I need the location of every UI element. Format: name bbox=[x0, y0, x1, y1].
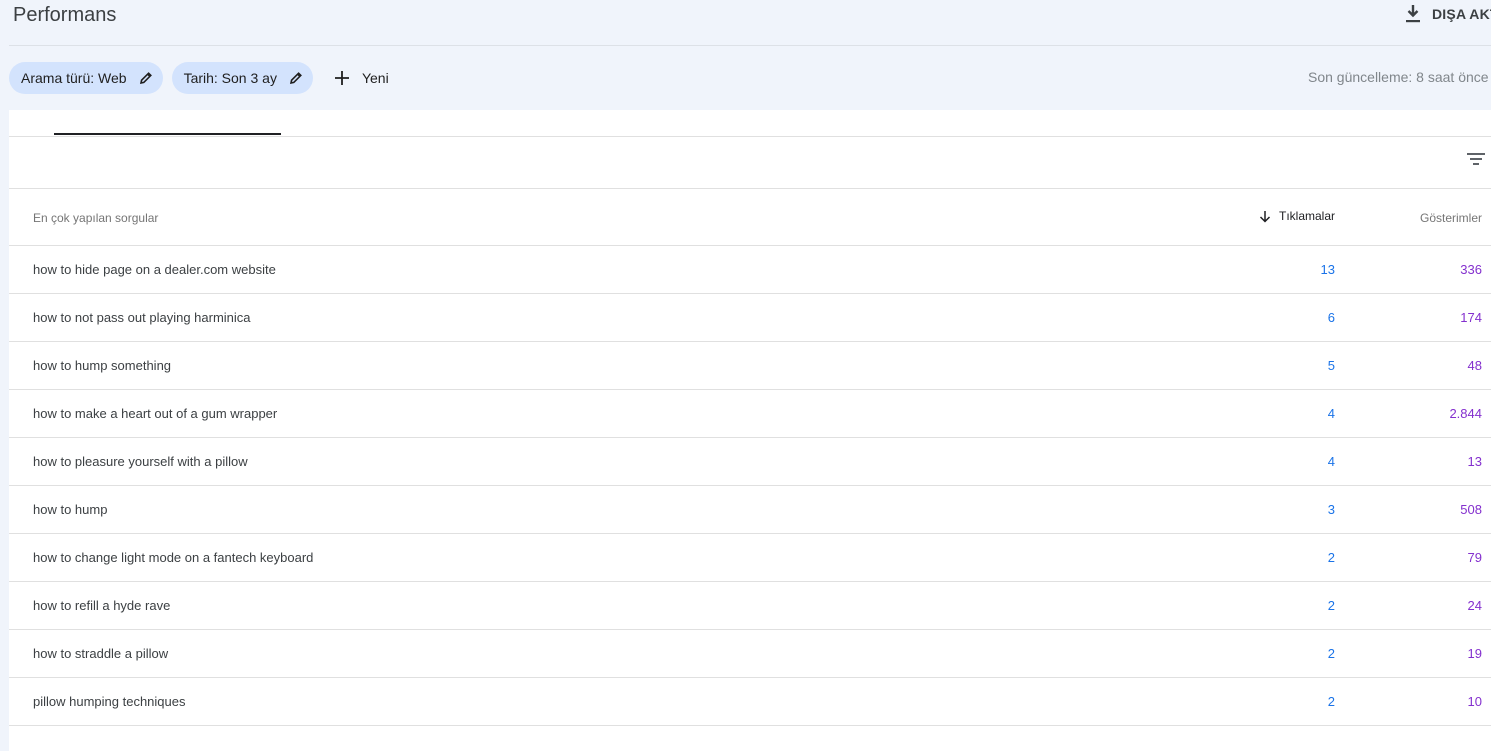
table-row[interactable]: how to hump something 5 48 bbox=[9, 342, 1491, 390]
plus-icon bbox=[334, 71, 349, 85]
query-cell: how to straddle a pillow bbox=[33, 646, 169, 661]
filter-chip-search-type[interactable]: Arama türü: Web bbox=[9, 62, 163, 94]
clicks-cell: 6 bbox=[1327, 310, 1335, 325]
header-divider bbox=[9, 45, 1491, 46]
clicks-cell: 4 bbox=[1327, 406, 1335, 421]
query-cell: how to make a heart out of a gum wrapper bbox=[33, 406, 278, 421]
last-update-text: Son güncelleme: 8 saat önce bbox=[1308, 69, 1489, 85]
table-row[interactable]: how to straddle a pillow 2 19 bbox=[9, 630, 1491, 678]
table-row[interactable]: how to hump 3 508 bbox=[9, 486, 1491, 534]
impressions-cell: 79 bbox=[1467, 550, 1482, 565]
filter-bar: Arama türü: Web Tarih: Son 3 ay Yeni bbox=[9, 62, 389, 94]
impressions-cell: 13 bbox=[1467, 454, 1482, 469]
table-row[interactable]: how to not pass out playing harminica 6 … bbox=[9, 294, 1491, 342]
impressions-cell: 508 bbox=[1460, 502, 1482, 517]
impressions-cell: 19 bbox=[1467, 646, 1482, 661]
query-cell: pillow humping techniques bbox=[33, 694, 186, 709]
clicks-cell: 2 bbox=[1327, 550, 1335, 565]
column-header-impressions[interactable]: Gösterimler bbox=[1420, 211, 1482, 225]
table-row[interactable]: how to hide page on a dealer.com website… bbox=[9, 246, 1491, 294]
queries-card: En çok yapılan sorgular Tıklamalar Göste… bbox=[9, 110, 1491, 751]
download-icon bbox=[1406, 5, 1420, 23]
query-cell: how to hump something bbox=[33, 358, 172, 373]
clicks-cell: 3 bbox=[1327, 502, 1335, 517]
table-row[interactable]: how to change light mode on a fantech ke… bbox=[9, 534, 1491, 582]
chip-label: Tarih: Son 3 ay bbox=[183, 70, 277, 86]
table-body: how to hide page on a dealer.com website… bbox=[9, 246, 1491, 726]
table-header: En çok yapılan sorgular Tıklamalar Göste… bbox=[9, 189, 1491, 246]
active-tab-indicator bbox=[54, 133, 281, 135]
impressions-cell: 2.844 bbox=[1449, 406, 1482, 421]
clicks-cell: 2 bbox=[1327, 694, 1335, 709]
impressions-cell: 24 bbox=[1467, 598, 1482, 613]
clicks-cell: 2 bbox=[1327, 598, 1335, 613]
export-button[interactable]: DIŞA AKTAR bbox=[1404, 4, 1491, 24]
tab-divider bbox=[9, 136, 1491, 137]
table-row[interactable]: how to pleasure yourself with a pillow 4… bbox=[9, 438, 1491, 486]
column-header-queries[interactable]: En çok yapılan sorgular bbox=[33, 211, 158, 225]
pencil-icon[interactable] bbox=[139, 71, 153, 85]
add-filter-label: Yeni bbox=[361, 70, 389, 86]
impressions-cell: 48 bbox=[1467, 358, 1482, 373]
impressions-cell: 336 bbox=[1460, 262, 1482, 277]
query-cell: how to change light mode on a fantech ke… bbox=[33, 550, 314, 565]
add-filter-button[interactable]: Yeni bbox=[334, 70, 389, 86]
clicks-header-label: Tıklamalar bbox=[1278, 209, 1335, 223]
query-cell: how to not pass out playing harminica bbox=[33, 310, 251, 325]
clicks-cell: 2 bbox=[1327, 646, 1335, 661]
clicks-cell: 13 bbox=[1320, 262, 1335, 277]
query-cell: how to hide page on a dealer.com website bbox=[33, 262, 276, 277]
table-row[interactable]: how to make a heart out of a gum wrapper… bbox=[9, 390, 1491, 438]
impressions-cell: 10 bbox=[1467, 694, 1482, 709]
pencil-icon[interactable] bbox=[289, 71, 303, 85]
clicks-cell: 5 bbox=[1327, 358, 1335, 373]
page-title: Performans bbox=[13, 4, 117, 26]
chip-label: Arama türü: Web bbox=[21, 70, 127, 86]
impressions-cell: 174 bbox=[1460, 310, 1482, 325]
table-row[interactable]: pillow humping techniques 2 10 bbox=[9, 678, 1491, 726]
filter-list-icon[interactable] bbox=[1466, 151, 1486, 172]
page-header: Performans DIŞA AKTAR bbox=[0, 0, 1491, 45]
export-label: DIŞA AKTAR bbox=[1432, 6, 1491, 22]
query-cell: how to pleasure yourself with a pillow bbox=[33, 454, 248, 469]
query-cell: how to hump bbox=[33, 502, 108, 517]
performance-page: Performans DIŞA AKTAR Arama türü: Web Ta… bbox=[0, 0, 1491, 751]
clicks-cell: 4 bbox=[1327, 454, 1335, 469]
arrow-down-icon bbox=[1259, 210, 1271, 223]
column-header-clicks[interactable]: Tıklamalar bbox=[1259, 209, 1335, 223]
filter-chip-date[interactable]: Tarih: Son 3 ay bbox=[171, 62, 313, 94]
table-row[interactable]: how to refill a hyde rave 2 24 bbox=[9, 582, 1491, 630]
query-cell: how to refill a hyde rave bbox=[33, 598, 171, 613]
